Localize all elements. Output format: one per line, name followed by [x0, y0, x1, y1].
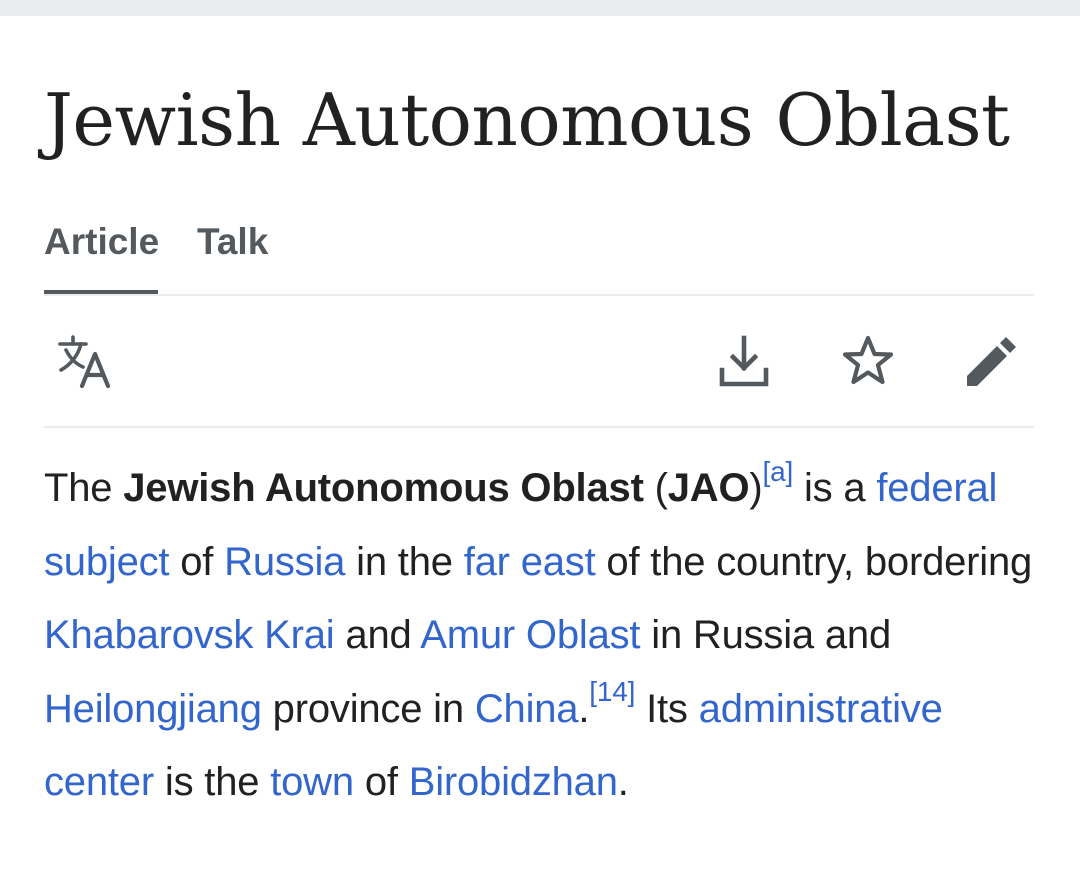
text-segment: The	[44, 466, 124, 510]
language-button[interactable]	[54, 330, 118, 394]
article-subject-bold: Jewish Autonomous Oblast	[123, 466, 644, 510]
language-icon	[56, 332, 116, 392]
text-segment: Its	[635, 686, 699, 731]
active-tab-indicator	[44, 290, 158, 294]
tab-talk[interactable]: Talk	[197, 220, 268, 264]
text-segment: is a	[793, 466, 877, 510]
link-heilongjiang[interactable]: Heilongjiang	[44, 687, 262, 731]
reference-14-link[interactable]: [14]	[589, 676, 635, 707]
text-segment: is the	[153, 760, 271, 804]
text-segment: and	[334, 613, 421, 657]
text-segment: of	[169, 539, 225, 584]
text-segment: in Russia and	[640, 613, 892, 657]
link-far-east[interactable]: far east	[464, 540, 596, 584]
link-russia[interactable]: Russia	[224, 540, 345, 584]
watch-button[interactable]	[836, 330, 900, 394]
star-icon	[839, 333, 897, 391]
page-actions-toolbar	[44, 296, 1034, 428]
page-title: Jewish Autonomous Oblast	[44, 78, 1010, 162]
text-segment: )	[749, 466, 763, 510]
text-segment: .	[617, 760, 629, 804]
text-segment: (	[643, 466, 668, 510]
edit-button[interactable]	[959, 330, 1023, 394]
link-khabarovsk-krai[interactable]: Khabarovsk Krai	[44, 613, 335, 657]
top-bar	[0, 0, 1080, 16]
text-segment: .	[578, 686, 590, 731]
link-birobidzhan[interactable]: Birobidzhan	[409, 760, 618, 804]
pencil-icon	[963, 334, 1019, 390]
page-tabs: Article Talk	[44, 210, 1034, 296]
text-segment: province in	[261, 686, 475, 731]
link-amur-oblast[interactable]: Amur Oblast	[420, 613, 640, 657]
link-town[interactable]: town	[270, 760, 354, 804]
download-button[interactable]	[712, 330, 776, 394]
download-icon	[716, 334, 772, 390]
article-abbreviation-bold: JAO	[667, 466, 750, 510]
article-lead-paragraph: The Jewish Autonomous Oblast (JAO)[a] is…	[44, 452, 1044, 820]
text-segment: in the	[345, 539, 464, 584]
reference-a-link[interactable]: [a]	[763, 456, 794, 487]
text-segment: of	[353, 760, 409, 804]
link-china[interactable]: China	[475, 687, 579, 731]
tab-article[interactable]: Article	[44, 220, 159, 264]
text-segment: of the country, bordering	[595, 539, 1033, 584]
